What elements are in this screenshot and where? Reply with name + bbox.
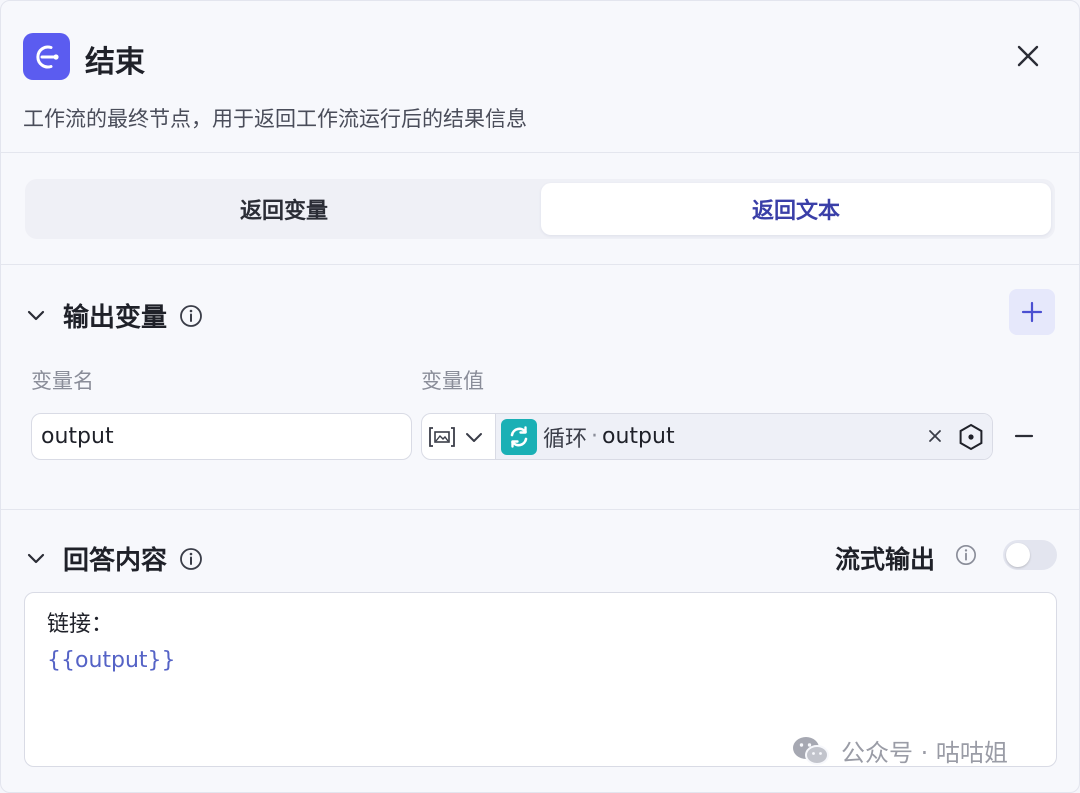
answer-text-line: 链接： [47,612,114,637]
node-description: 工作流的最终节点，用于返回工作流运行后的结果信息 [23,107,527,131]
column-label-name: 变量名 [31,369,94,393]
add-variable-button[interactable] [1009,289,1055,335]
watermark-text: 公众号 · 咕咕姐 [841,739,1008,767]
variable-name-input[interactable] [31,413,412,460]
tab-return-text[interactable]: 返回文本 [541,183,1051,235]
info-icon[interactable] [955,544,977,570]
output-variables-title: 输出变量 [63,303,168,333]
node-title: 结束 [85,45,145,80]
reference-type-icon [429,426,455,447]
remove-variable-button[interactable] [1009,421,1039,451]
value-type-select[interactable] [422,414,496,459]
clear-icon[interactable] [924,425,946,447]
tab-return-variable[interactable]: 返回变量 [29,183,539,235]
answer-content-header: 回答内容 [25,540,203,577]
variable-picker-icon[interactable] [956,422,986,452]
chevron-down-icon[interactable] [25,548,47,570]
reference-source-node: 循环 [543,426,588,452]
stream-output-toggle[interactable] [1003,540,1057,570]
loop-icon [501,418,537,455]
panel-header: 结束 工作流的最终节点，用于返回工作流运行后的结果信息 [1,1,1079,153]
mode-tabs-section: 返回变量 返回文本 [1,153,1079,265]
chevron-down-icon [466,432,482,442]
chevron-down-icon[interactable] [25,305,47,327]
close-icon[interactable] [1011,39,1045,73]
wechat-icon [793,736,829,765]
reference-separator: · [591,424,599,449]
mode-tabs: 返回变量 返回文本 [25,179,1055,239]
end-node-panel: 结束 工作流的最终节点，用于返回工作流运行后的结果信息 返回变量 返回文本 输出… [0,0,1080,793]
exit-icon [23,33,70,80]
plus-icon [1021,301,1043,323]
output-variables-header: 输出变量 [25,297,203,334]
toggle-knob [1006,543,1030,567]
minus-icon [1014,434,1034,438]
variable-reference[interactable]: 循环 · output [496,414,992,459]
reference-variable: output [602,424,675,449]
answer-content-title: 回答内容 [63,546,168,576]
stream-output-label: 流式输出 [835,545,936,574]
answer-variable-placeholder: {{output}} [47,648,176,673]
watermark: 公众号 · 咕咕姐 [791,733,1008,768]
column-label-value: 变量值 [421,369,484,393]
output-variables-section: 输出变量 变量名 变量值 output 循环 · output [1,265,1079,510]
info-icon[interactable] [179,547,203,571]
variable-value-field: 循环 · output [421,413,993,460]
info-icon[interactable] [179,304,203,328]
